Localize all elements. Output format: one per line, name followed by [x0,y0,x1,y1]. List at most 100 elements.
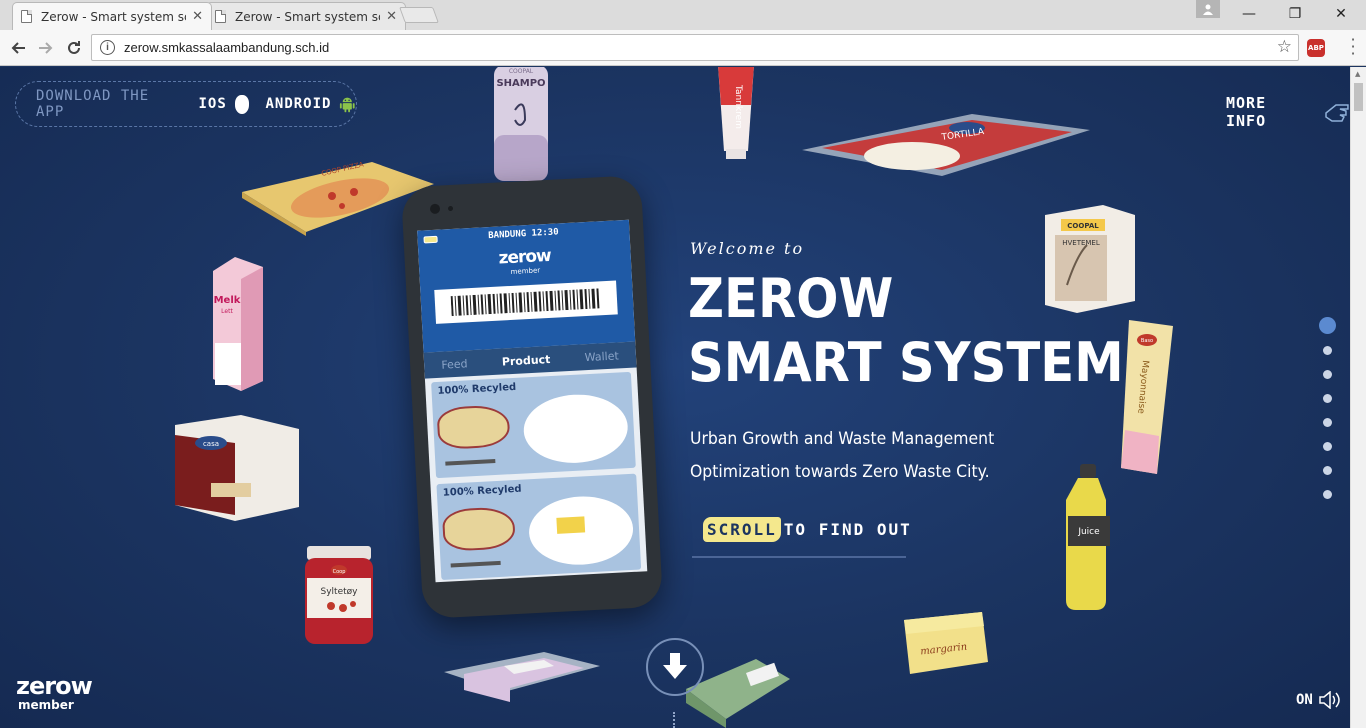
more-info-label: MORE INFO [1226,94,1267,130]
shampoo-brand-text: COOPAL [509,68,534,75]
hero-subtitle-line2: Optimization towards Zero Waste City. [690,462,990,482]
scrollbar-thumb[interactable] [1354,83,1363,111]
back-button[interactable] [6,36,30,60]
pager-dot-8[interactable] [1322,490,1332,499]
url-text: zerow.smkassalaambandung.sch.id [124,40,330,55]
speaker-icon [1319,691,1340,709]
scroll-down-button[interactable] [646,638,704,696]
apple-icon[interactable] [234,94,250,114]
pager-dot-6[interactable] [1322,442,1332,451]
juice-bottle-illustration: Juice [1066,464,1110,610]
page-icon [21,10,32,23]
product-card-label: 100% Recyled [442,483,522,499]
sound-toggle[interactable]: ON [1296,691,1341,709]
ios-link[interactable]: IOS [198,96,226,112]
tab-close-icon[interactable]: ✕ [192,9,203,24]
new-tab-button[interactable] [399,7,439,23]
product-card[interactable]: 100% Recyled [436,473,642,580]
tab-title: Zerow - Smart system sc [235,9,381,24]
logo-sub-text: member [18,698,74,712]
hero-subtitle: Urban Growth and Waste Management Optimi… [690,423,1003,489]
phone-tab-product[interactable]: Product [502,352,551,368]
reload-button[interactable] [62,36,86,60]
barcode-card [434,280,618,324]
forward-arrow-icon [39,42,53,54]
toothpaste-illustration: Tannkrem [718,67,754,159]
profile-icon[interactable] [1196,0,1220,18]
android-link[interactable]: ANDROID [265,96,331,112]
product-card[interactable]: 100% Recyled [431,371,636,479]
site-info-icon[interactable]: i [100,40,115,55]
pointing-hand-icon [1325,104,1349,122]
bookmark-star-icon[interactable]: ☆ [1277,37,1292,57]
shampoo-bottle-illustration: COOPAL SHAMPO [494,67,548,181]
tab-close-icon[interactable]: ✕ [386,9,397,24]
jam-label: Syltetøy [321,587,359,597]
browser-toolbar: i zerow.smkassalaambandung.sch.id ☆ ABP … [0,30,1366,66]
page-scrollbar[interactable]: ▲ [1350,67,1366,728]
phone-app-header: BANDUNG 12:30 zerow member [417,219,636,353]
section-pager [1317,317,1337,514]
phone-tab-wallet[interactable]: Wallet [584,349,619,364]
hero-title: ZEROW SMART SYSTEM [688,267,1124,395]
restore-button[interactable]: ❐ [1272,0,1318,28]
phone-screen: BANDUNG 12:30 zerow member Feed Product … [417,219,648,583]
pager-dot-3[interactable] [1322,370,1332,379]
scroll-cta-text: TO FIND OUT [783,520,912,539]
back-arrow-icon [11,42,25,54]
hero-title-line2: SMART SYSTEM [688,331,1124,394]
phone-tab-feed[interactable]: Feed [441,357,468,371]
margarine-tub-illustration: margarin [904,612,988,674]
download-label: DOWNLOAD THE APP [36,88,150,120]
casa-label: casa [203,440,219,448]
pager-dot-4[interactable] [1322,394,1332,403]
jam-brand: Coop [333,569,346,575]
flour-brand: COOPAL [1067,222,1099,230]
adblock-extension-icon[interactable]: ABP [1307,39,1325,57]
window-close-button[interactable]: ✕ [1318,0,1364,28]
pager-dot-7[interactable] [1322,466,1332,475]
browser-tab-active[interactable]: Zerow - Smart system sc ✕ [12,2,212,30]
android-icon[interactable] [339,95,356,113]
scroll-dotted-line [673,712,675,728]
pager-dot-2[interactable] [1322,346,1332,355]
address-bar[interactable]: i zerow.smkassalaambandung.sch.id ☆ [91,34,1299,61]
hero-subtitle-line1: Urban Growth and Waste Management [690,429,995,449]
scroll-cta-button[interactable]: SCROLL TO FIND OUT [703,517,912,542]
flour-label: HVETEMEL [1062,239,1100,247]
mayonnaise-tube-illustration: Baso Mayonnaise [1121,320,1173,474]
barcode-icon [450,288,600,317]
zerow-logo[interactable]: zerow member [16,672,93,712]
tortilla-package-illustration: TORTILLA [802,114,1090,176]
product-card-label: 100% Recyled [437,381,517,397]
down-arrow-icon [663,653,687,679]
forward-button[interactable] [34,36,58,60]
pager-dot-5[interactable] [1322,418,1332,427]
download-app-bar: DOWNLOAD THE APP IOS ANDROID [15,81,357,127]
browser-tab[interactable]: Zerow - Smart system sc ✕ [206,2,406,30]
tab-title: Zerow - Smart system sc [41,9,187,24]
page-icon [215,10,226,23]
browser-menu-icon[interactable]: · · · [1348,32,1358,62]
sound-label: ON [1296,692,1313,708]
page-canvas: COOPAL SHAMPO Tannkrem TORTILLA COOP PIZ… [0,67,1350,728]
phone-mockup: BANDUNG 12:30 zerow member Feed Product … [400,175,664,619]
milk-carton-illustration: Melk Lett [213,257,263,391]
scroll-up-arrow-icon[interactable]: ▲ [1355,70,1360,78]
welcome-text: Welcome to [690,239,805,258]
mayo-brand: Baso [1141,338,1153,344]
shampoo-label: SHAMPO [496,78,545,89]
toothpaste-label: Tannkrem [733,84,743,129]
casa-box-illustration: casa [175,415,299,521]
jam-jar-illustration: Coop Syltetøy [305,546,373,644]
minimize-button[interactable]: — [1226,0,1272,28]
logo-main-text: zerow [16,672,93,700]
tab-strip: Zerow - Smart system sc ✕ Zerow - Smart … [0,0,1366,30]
cheese-tray-illustration [444,652,600,702]
hero-title-line1: ZEROW [688,267,894,330]
milk-label: Melk [214,295,241,306]
pager-dot-1[interactable] [1318,317,1336,334]
reload-icon [68,41,80,54]
more-info-button[interactable]: MORE INFO [1226,94,1350,130]
scroll-highlight: SCROLL [703,517,781,542]
